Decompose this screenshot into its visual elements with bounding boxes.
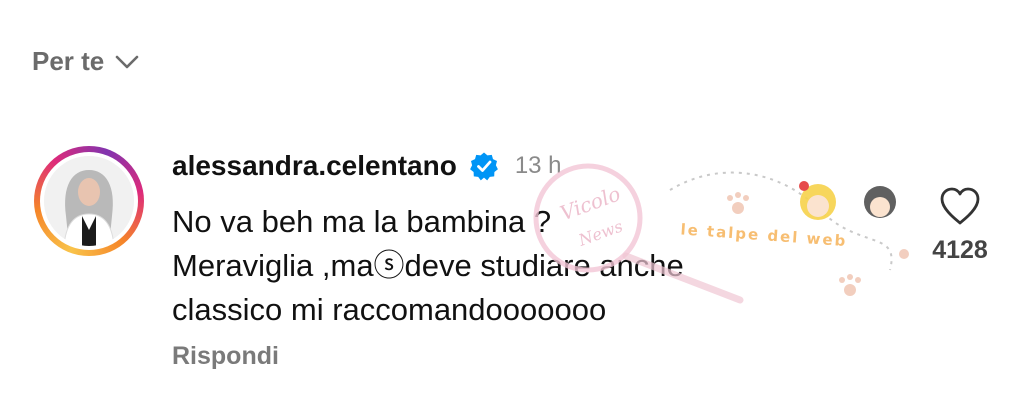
reply-button[interactable]: Rispondi [172, 342, 279, 371]
avatar-story-ring[interactable] [34, 146, 144, 256]
comment-item: alessandra.celentano 13 h No va beh ma l… [34, 146, 1024, 386]
sort-label: Per te [32, 46, 105, 76]
comment-text-line: classico mi raccomandooooooo [172, 292, 607, 327]
username-link[interactable]: alessandra.celentano [172, 150, 457, 182]
comment-header: alessandra.celentano 13 h [172, 150, 562, 182]
comment-text: No va beh ma la bambina ? Meraviglia ,ma… [172, 200, 872, 332]
heart-icon[interactable] [938, 186, 982, 226]
chevron-down-icon [115, 55, 139, 68]
comments-screen: Per te alessandra.celentano 13 h No va b… [0, 0, 1024, 402]
comment-text-line: No va beh ma la bambina ? [172, 204, 552, 239]
sort-selector[interactable]: Per te [32, 46, 140, 77]
like-count: 4128 [932, 236, 988, 264]
verified-badge-icon [469, 152, 498, 181]
comment-timestamp: 13 h [514, 152, 562, 179]
like-control: 4128 [930, 186, 990, 265]
comment-text-line: Meraviglia ,maⓢdeve studiare anche [172, 248, 684, 283]
avatar [44, 156, 134, 246]
